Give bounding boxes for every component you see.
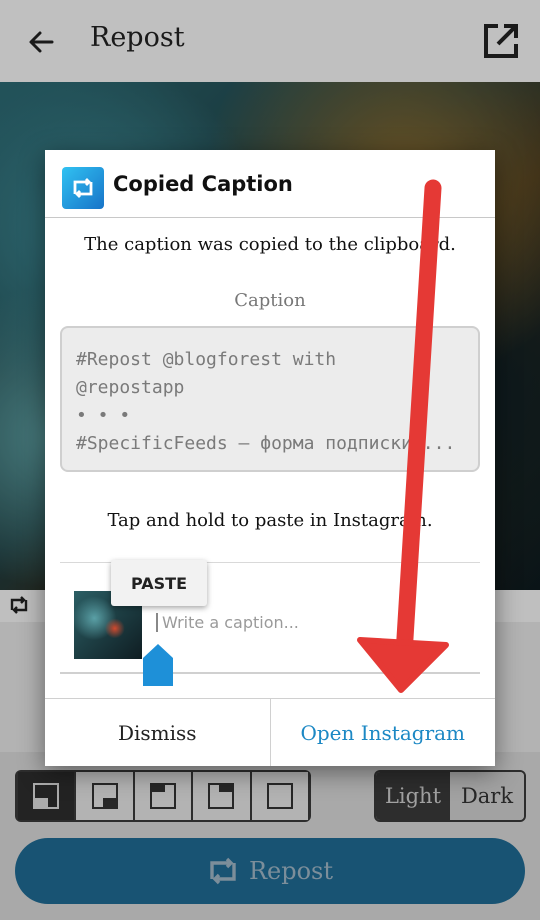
- dialog-message: The caption was copied to the clipboard.: [84, 234, 456, 255]
- paste-hint: Tap and hold to paste in Instagram.: [107, 510, 433, 531]
- open-instagram-button[interactable]: Open Instagram: [271, 699, 496, 766]
- caption-line: • • •: [76, 405, 131, 426]
- paste-button[interactable]: PASTE: [111, 560, 207, 606]
- text-cursor-handle-icon[interactable]: [141, 642, 175, 688]
- repost-icon: [73, 178, 93, 198]
- dialog-header: Copied Caption: [45, 150, 495, 218]
- caption-line: #SpecificFeeds — форма подписки ...: [76, 433, 456, 454]
- dismiss-button[interactable]: Dismiss: [45, 699, 271, 766]
- caption-input[interactable]: Write a caption...: [156, 613, 456, 632]
- dialog-title: Copied Caption: [113, 172, 293, 196]
- caption-line: @repostapp: [76, 377, 185, 398]
- caption-line: #Repost @blogforest with: [76, 349, 337, 370]
- copied-caption-dialog: Copied Caption The caption was copied to…: [45, 150, 495, 766]
- caption-label: Caption: [234, 290, 306, 311]
- app-logo-icon: [62, 167, 104, 209]
- dialog-actions: Dismiss Open Instagram: [45, 698, 495, 766]
- caption-text-box[interactable]: #Repost @blogforest with @repostapp • • …: [60, 326, 480, 472]
